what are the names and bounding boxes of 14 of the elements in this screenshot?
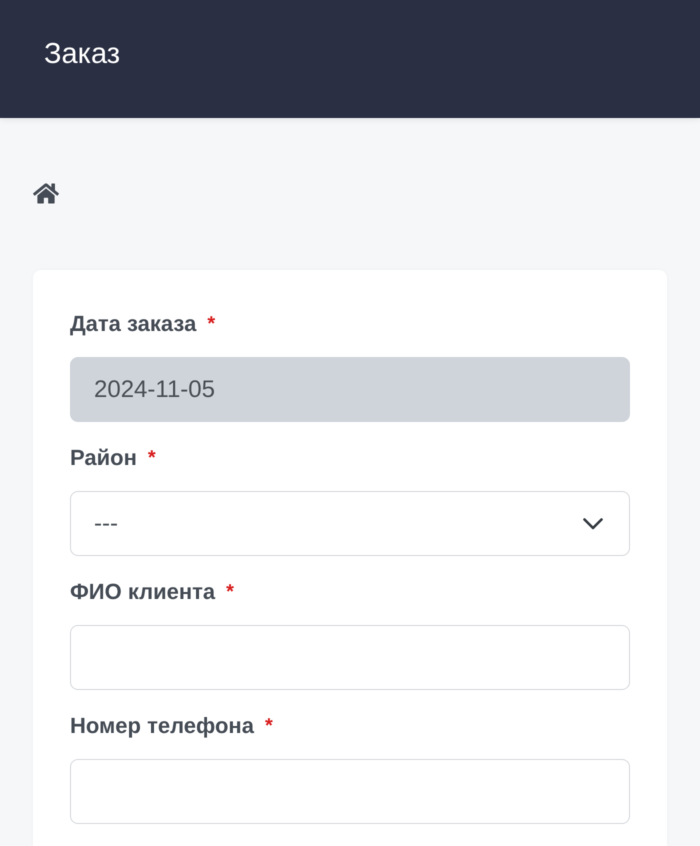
field-label: ФИО клиента xyxy=(70,578,216,606)
field-label: Район xyxy=(70,444,137,472)
home-icon[interactable] xyxy=(33,182,59,204)
text-input[interactable] xyxy=(70,625,630,690)
required-asterisk: * xyxy=(226,580,234,605)
required-asterisk: * xyxy=(264,714,273,739)
required-asterisk: * xyxy=(207,312,216,337)
field-label: Номер телефона xyxy=(70,712,254,740)
text-input[interactable] xyxy=(70,759,630,824)
page-title: Заказ xyxy=(44,40,120,72)
required-asterisk: * xyxy=(148,446,156,471)
district-select[interactable]: --- xyxy=(70,491,630,556)
field-label: Дата заказа xyxy=(70,310,196,338)
chevron-down-icon xyxy=(583,518,603,530)
